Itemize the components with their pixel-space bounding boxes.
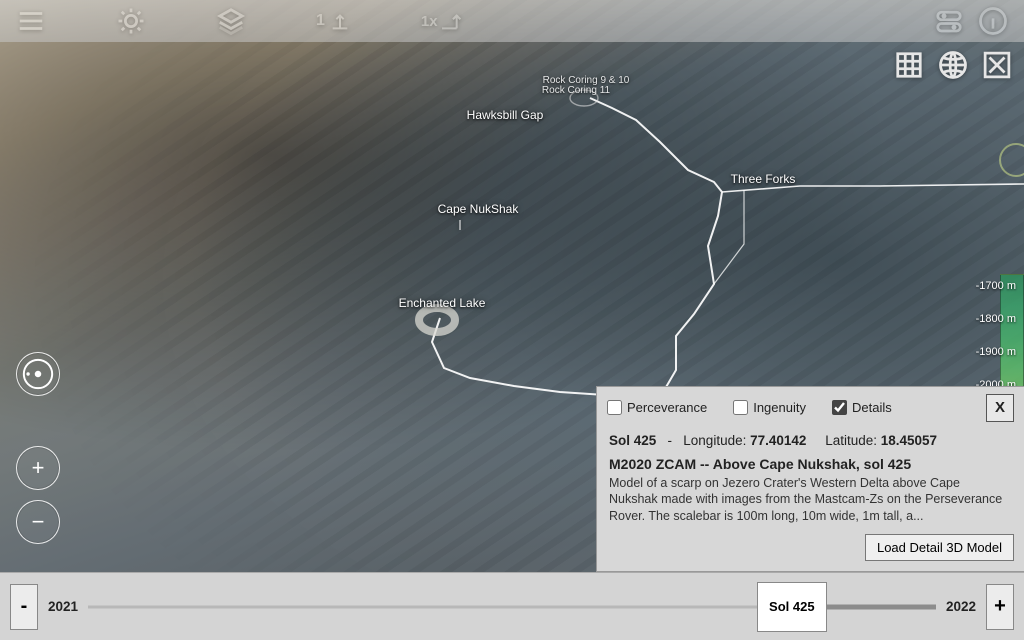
label-enchanted-lake: Enchanted Lake: [399, 296, 486, 310]
panel-meta-line: Sol 425 - Longitude: 77.40142 Latitude: …: [597, 429, 1024, 456]
lon-label: Longitude:: [683, 433, 746, 448]
location-detail-panel: Perceverance Ingenuity Details X Sol 425…: [596, 386, 1024, 573]
checkbox-ingenuity[interactable]: Ingenuity: [733, 400, 806, 415]
horizontal-scale-control[interactable]: 1x: [421, 10, 464, 32]
close-panel-button[interactable]: X: [986, 394, 1014, 422]
label-hawksbill: Hawksbill Gap: [467, 108, 544, 122]
elev-label-2: -1900 m: [976, 346, 1016, 358]
timeline-track[interactable]: Sol 425: [88, 584, 936, 630]
hor-scale-value: 1x: [421, 13, 438, 30]
lon-value: 77.40142: [750, 433, 806, 448]
menu-icon[interactable]: [16, 6, 46, 36]
sol-value: Sol 425: [609, 433, 656, 448]
timeline-marker[interactable]: Sol 425: [757, 582, 827, 632]
map-mode-tools: [894, 50, 1012, 80]
label-cape-nukshak: Cape NukShak: [438, 202, 519, 216]
vert-exag-value: 1: [316, 12, 325, 30]
checkbox-details[interactable]: Details: [832, 400, 892, 415]
timeline-year-start: 2021: [48, 599, 78, 614]
close-overlay-icon[interactable]: [982, 50, 1012, 80]
panel-title: M2020 ZCAM -- Above Cape Nukshak, sol 42…: [597, 456, 1024, 475]
sol-timeline: - 2021 Sol 425 2022 +: [0, 572, 1024, 640]
label-three-forks: Three Forks: [731, 172, 796, 186]
timeline-year-end: 2022: [946, 599, 976, 614]
settings-toggle-icon[interactable]: [934, 6, 964, 36]
vertical-exaggeration-control[interactable]: 1: [316, 10, 351, 32]
lat-label: Latitude:: [825, 433, 877, 448]
elev-label-1: -1800 m: [976, 313, 1016, 325]
timeline-step-forward-button[interactable]: +: [986, 584, 1014, 630]
checkbox-perseverance[interactable]: Perceverance: [607, 400, 707, 415]
globe-icon[interactable]: [938, 50, 968, 80]
checkbox-details-label: Details: [852, 400, 892, 415]
label-rock-coring-b: Rock Coring 11: [542, 85, 610, 96]
zoom-in-button[interactable]: +: [16, 446, 60, 490]
elev-label-0: -1700 m: [976, 280, 1016, 292]
zoom-out-button[interactable]: −: [16, 500, 60, 544]
timeline-step-back-button[interactable]: -: [10, 584, 38, 630]
sun-icon[interactable]: [116, 6, 146, 36]
load-3d-model-button[interactable]: Load Detail 3D Model: [865, 534, 1014, 561]
lat-value: 18.45057: [881, 433, 937, 448]
checkbox-ingenuity-label: Ingenuity: [753, 400, 806, 415]
orbit-compass-button[interactable]: [16, 352, 60, 396]
panel-description: Model of a scarp on Jezero Crater's West…: [597, 475, 1024, 535]
info-icon[interactable]: [978, 6, 1008, 36]
grid-icon[interactable]: [894, 50, 924, 80]
layers-icon[interactable]: [216, 6, 246, 36]
top-toolbar: 1 1x: [0, 0, 1024, 42]
tick-cape-nukshak: [460, 220, 461, 230]
checkbox-perseverance-label: Perceverance: [627, 400, 707, 415]
